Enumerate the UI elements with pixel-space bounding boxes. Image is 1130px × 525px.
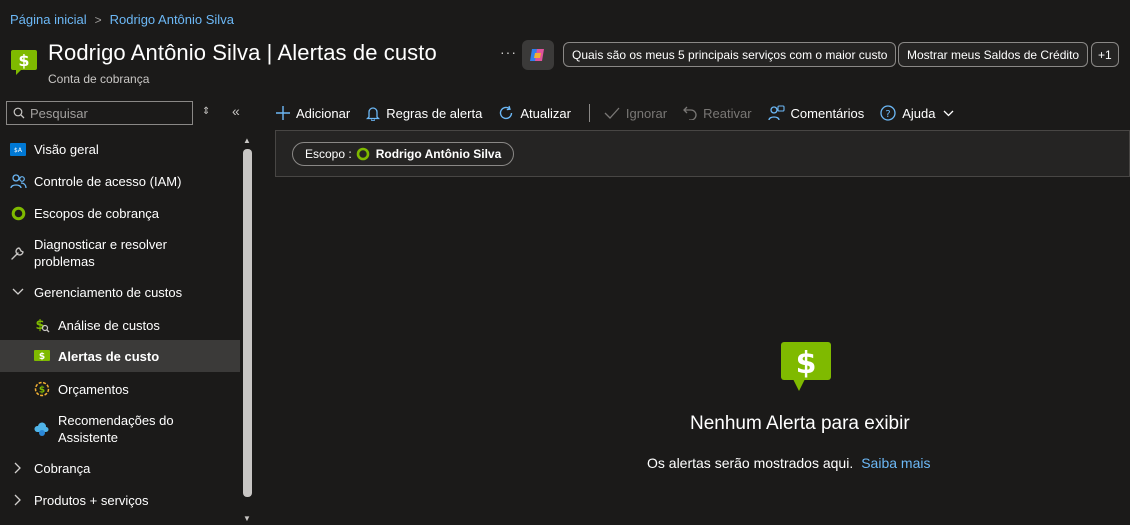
sidebar-item-label: Cobrança [34,460,91,476]
sidebar-scrollbar[interactable]: ▲ ▼ [240,132,256,525]
empty-state-message: Os alertas serão mostrados aqui. Saiba ma… [647,455,930,471]
cost-alert-icon: $ [33,347,51,365]
learn-more-link[interactable]: Saiba mais [861,455,930,471]
sidebar-item-iam[interactable]: Controle de acesso (IAM) [0,172,240,190]
chevron-down-icon [943,110,954,117]
breadcrumb-separator: > [94,12,102,27]
page-header: $ Rodrigo Antônio Silva | Alertas de cus… [10,40,437,86]
reactivate-button[interactable]: Reativar [683,105,752,121]
svg-text:$A: $A [14,147,23,154]
suggestion-chip-credit-balance[interactable]: Mostrar meus Saldos de Crédito [898,42,1089,67]
scope-value: Rodrigo Antônio Silva [375,147,502,161]
svg-text:$: $ [39,352,45,362]
chevron-right-icon [9,491,27,509]
sidebar-item-label: Alertas de custo [58,348,160,364]
sidebar-item-label: Visão geral [34,141,99,157]
breadcrumb: Página inicial > Rodrigo Antônio Silva [10,12,234,27]
svg-text:$: $ [35,318,44,333]
overview-icon: $A [9,140,27,158]
breadcrumb-current-link[interactable]: Rodrigo Antônio Silva [110,12,234,27]
sidebar-item-label: Análise de custos [58,317,160,333]
page-subtitle: Conta de cobrança [48,72,150,86]
sidebar-item-label: Diagnosticar e resolver problemas [34,237,167,269]
svg-text:?: ? [886,109,891,120]
sidebar-item-label: Produtos + serviços [34,492,149,508]
sidebar-group-cost-management[interactable]: Gerenciamento de custos [0,283,240,301]
sidebar-item-diagnose[interactable]: Diagnosticar e resolver problemas [0,236,240,270]
add-button[interactable]: Adicionar [276,106,350,121]
sort-icon[interactable]: ⇕ [202,106,210,117]
sidebar-item-advisor[interactable]: Recomendações do Assistente [0,412,240,446]
scroll-up-arrow-icon[interactable]: ▲ [243,136,251,145]
feedback-label: Comentários [790,105,865,121]
refresh-label: Atualizar [520,105,571,121]
toolbar-divider [588,104,590,122]
collapse-sidebar-icon[interactable]: « [232,103,240,119]
chevron-down-icon [9,283,27,301]
command-bar: Adicionar Regras de alerta Atualizar Ign… [276,100,970,126]
search-icon [13,107,25,119]
breadcrumb-home-link[interactable]: Página inicial [10,12,87,27]
budget-icon: $ [33,380,51,398]
sidebar: ⇕ « $A Visão geral Controle de acesso (I… [0,96,256,525]
advisor-icon [33,420,51,438]
sidebar-item-label: Gerenciamento de custos [34,284,183,300]
svg-text:$: $ [796,346,817,381]
people-icon [9,172,27,190]
sidebar-item-budgets[interactable]: $ Orçamentos [0,380,240,398]
sidebar-item-overview[interactable]: $A Visão geral [0,140,240,158]
sidebar-item-label: Recomendações do Assistente [58,413,174,445]
cost-alert-empty-icon: $ [781,342,831,391]
empty-state-title: Nenhum Alerta para exibir [690,413,910,434]
svg-text:$: $ [18,51,29,70]
ignore-button[interactable]: Ignorar [604,106,667,121]
feedback-icon [767,105,785,121]
help-label: Ajuda [902,105,936,121]
suggestion-chip-top-services[interactable]: Quais são os meus 5 principais serviços … [563,42,897,67]
feedback-button[interactable]: Comentários [767,105,865,121]
filter-bar: Escopo : Rodrigo Antônio Silva [275,130,1130,177]
wrench-icon [9,244,27,262]
help-button[interactable]: ? Ajuda [880,105,954,121]
sidebar-search-box[interactable] [6,101,193,125]
more-options-button[interactable]: ··· [500,44,517,60]
alert-rules-label: Regras de alerta [386,105,483,121]
refresh-button[interactable]: Atualizar [498,105,571,121]
scope-filter-pill[interactable]: Escopo : Rodrigo Antônio Silva [292,142,515,166]
alert-rules-button[interactable]: Regras de alerta [366,106,482,121]
scroll-down-arrow-icon[interactable]: ▼ [243,514,251,523]
page-title: Rodrigo Antônio Silva | Alertas de custo [48,40,437,65]
cost-analysis-icon: $ [33,316,51,334]
refresh-icon [498,105,514,121]
plus-icon [276,106,290,120]
copilot-button[interactable] [522,40,554,70]
chevron-right-icon [9,459,27,477]
scope-ring-icon [9,204,27,222]
help-icon: ? [880,105,896,121]
reactivate-label: Reativar [703,105,752,121]
ignore-label: Ignorar [625,105,668,121]
undo-icon [683,106,697,120]
cost-alert-resource-icon: $ [11,50,37,75]
search-input[interactable] [30,105,180,121]
sidebar-item-label: Orçamentos [58,381,129,397]
scope-label: Escopo : [305,147,352,161]
scrollbar-thumb[interactable] [243,149,252,497]
add-button-label: Adicionar [296,105,351,121]
suggestion-chip-more[interactable]: +1 [1091,42,1119,67]
scope-ring-icon [356,147,370,161]
bell-icon [366,106,381,121]
checkmark-icon [604,107,620,119]
sidebar-group-products-services[interactable]: Produtos + serviços [0,491,240,509]
sidebar-group-billing[interactable]: Cobrança [0,459,240,477]
empty-state-text: Os alertas serão mostrados aqui. [647,455,854,471]
sidebar-item-cost-alerts[interactable]: $ Alertas de custo [0,340,240,372]
sidebar-item-label: Escopos de cobrança [34,205,160,221]
copilot-icon [530,49,544,61]
sidebar-item-billing-scopes[interactable]: Escopos de cobrança [0,204,240,222]
sidebar-item-label: Controle de acesso (IAM) [34,173,182,189]
sidebar-item-cost-analysis[interactable]: $ Análise de custos [0,316,240,334]
svg-text:$: $ [39,386,45,396]
